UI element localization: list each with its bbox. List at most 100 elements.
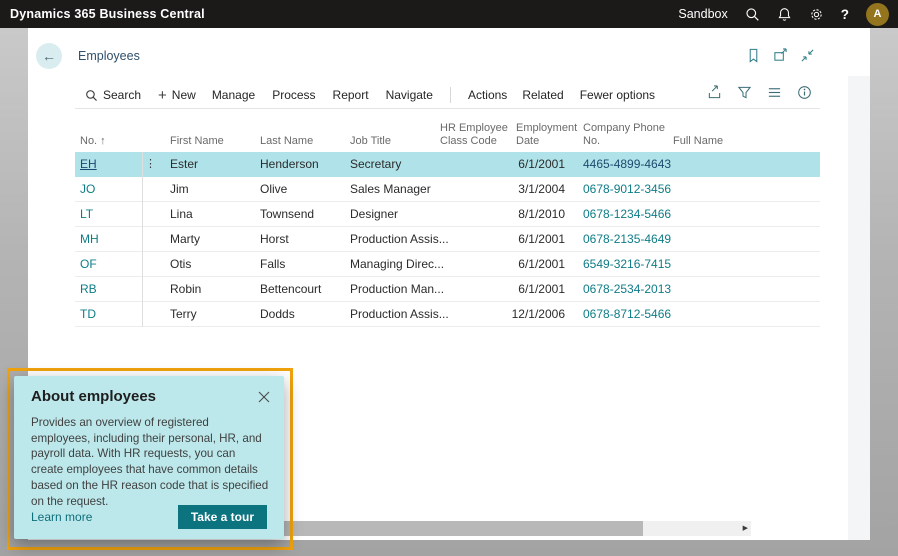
fewer-options-button[interactable]: Fewer options — [580, 88, 655, 102]
top-navigation-bar: Dynamics 365 Business Central Sandbox ? … — [0, 0, 898, 28]
cell-first_name: Otis — [170, 252, 255, 277]
table-body: EHEsterHendersonSecretary6/1/20014465-48… — [75, 152, 820, 327]
cell-last_name: Olive — [260, 177, 345, 202]
column-header-employment_date[interactable]: Employment Date — [516, 122, 582, 147]
notifications-bell-icon[interactable] — [777, 7, 792, 22]
action-bar-separator — [450, 87, 451, 103]
cell-no[interactable]: RB — [80, 277, 140, 302]
report-menu[interactable]: Report — [333, 88, 369, 102]
cell-first_name: Ester — [170, 152, 255, 177]
column-header-label: Job Title — [350, 135, 391, 147]
action-label: Process — [272, 88, 315, 102]
cell-last_name: Falls — [260, 252, 345, 277]
plus-icon: + — [158, 89, 167, 102]
cell-full_name — [673, 302, 753, 327]
column-header-label: No. — [80, 135, 97, 147]
take-a-tour-button[interactable]: Take a tour — [178, 505, 267, 529]
cell-employment_date: 3/1/2004 — [480, 177, 565, 202]
teaching-tip-body: Provides an overview of registered emplo… — [31, 415, 269, 509]
navigate-menu[interactable]: Navigate — [386, 88, 433, 102]
table-header-row: No. ↑ First Name Last Name Job Title HR Empl… — [28, 116, 870, 150]
action-label: Actions — [468, 88, 507, 102]
cell-first_name: Lina — [170, 202, 255, 227]
back-arrow-icon: ← — [42, 48, 56, 64]
view-list-icon[interactable] — [767, 85, 782, 100]
cell-full_name — [673, 252, 753, 277]
table-row[interactable]: OFOtisFallsManaging Direc...6/1/20016549… — [75, 252, 820, 277]
teaching-tip-title: About employees — [31, 388, 267, 405]
cell-no[interactable]: LT — [80, 202, 140, 227]
column-header-label: First Name — [170, 135, 224, 147]
settings-gear-icon[interactable] — [809, 7, 824, 22]
cell-first_name: Jim — [170, 177, 255, 202]
table-row[interactable]: MHMartyHorstProduction Assis...6/1/20010… — [75, 227, 820, 252]
app-title[interactable]: Dynamics 365 Business Central — [10, 7, 205, 21]
column-header-label: Company Phone No. — [583, 122, 665, 147]
column-header-job_title[interactable]: Job Title — [350, 135, 435, 148]
cell-no[interactable]: EH — [80, 152, 140, 177]
column-header-phone[interactable]: Company Phone No. — [583, 122, 671, 147]
info-icon[interactable] — [797, 85, 812, 100]
environment-badge[interactable]: Sandbox — [678, 7, 727, 21]
filter-icon[interactable] — [737, 85, 752, 100]
cell-full_name — [673, 177, 753, 202]
column-header-hr_class[interactable]: HR Employee Class Code — [440, 122, 514, 147]
column-header-first_name[interactable]: First Name — [170, 135, 255, 148]
table-row[interactable]: LTLinaTownsendDesigner8/1/20100678-1234-… — [75, 202, 820, 227]
cell-last_name: Bettencourt — [260, 277, 345, 302]
search-action[interactable]: Search — [85, 88, 141, 102]
action-bar-divider — [75, 108, 820, 109]
cell-no[interactable]: OF — [80, 252, 140, 277]
column-header-last_name[interactable]: Last Name — [260, 135, 345, 148]
process-menu[interactable]: Process — [272, 88, 315, 102]
action-label: Navigate — [386, 88, 433, 102]
table-row[interactable]: RBRobinBettencourtProduction Man...6/1/2… — [75, 277, 820, 302]
column-header-full_name[interactable]: Full Name — [673, 135, 753, 148]
action-label: Fewer options — [580, 88, 655, 102]
column-header-label: Employment Date — [516, 122, 577, 147]
user-avatar[interactable]: A — [866, 3, 889, 26]
action-label: Related — [522, 88, 563, 102]
cell-first_name: Robin — [170, 277, 255, 302]
cell-last_name: Henderson — [260, 152, 345, 177]
share-icon[interactable] — [707, 85, 722, 100]
back-button[interactable]: ← — [36, 43, 62, 69]
magnifier-icon — [85, 89, 98, 102]
manage-menu[interactable]: Manage — [212, 88, 255, 102]
cell-full_name — [673, 152, 753, 177]
cell-full_name — [673, 227, 753, 252]
table-row[interactable]: EHEsterHendersonSecretary6/1/20014465-48… — [75, 152, 820, 177]
page-header-icons — [746, 48, 815, 63]
column-header-no[interactable]: No. ↑ — [80, 135, 160, 148]
scrollbar-right-arrow-icon[interactable]: ▶ — [743, 521, 748, 536]
table-row[interactable]: JOJimOliveSales Manager3/1/20040678-9012… — [75, 177, 820, 202]
action-bar-right-icons — [707, 85, 812, 100]
cell-employment_date: 6/1/2001 — [480, 277, 565, 302]
action-label: New — [172, 88, 196, 102]
help-icon[interactable]: ? — [841, 7, 849, 22]
cell-last_name: Townsend — [260, 202, 345, 227]
topbar-actions: Sandbox ? A — [678, 0, 889, 28]
sort-ascending-icon: ↑ — [97, 135, 106, 147]
cell-employment_date: 12/1/2006 — [480, 302, 565, 327]
table-row[interactable]: TDTerryDoddsProduction Assis...12/1/2006… — [75, 302, 820, 327]
actions-menu[interactable]: Actions — [468, 88, 507, 102]
new-action[interactable]: + New — [158, 88, 196, 102]
row-options-icon[interactable]: ⋮ — [145, 152, 156, 177]
column-header-label: HR Employee Class Code — [440, 122, 508, 147]
minimize-fit-icon[interactable] — [800, 48, 815, 63]
cell-no[interactable]: JO — [80, 177, 140, 202]
learn-more-link[interactable]: Learn more — [31, 510, 92, 524]
cell-employment_date: 6/1/2001 — [480, 227, 565, 252]
teaching-tip: About employees Provides an overview of … — [14, 376, 284, 539]
close-icon[interactable] — [258, 391, 270, 403]
cell-first_name: Terry — [170, 302, 255, 327]
cell-no[interactable]: MH — [80, 227, 140, 252]
cell-full_name — [673, 202, 753, 227]
open-in-new-window-icon[interactable] — [773, 48, 788, 63]
related-menu[interactable]: Related — [522, 88, 563, 102]
cell-no[interactable]: TD — [80, 302, 140, 327]
search-icon[interactable] — [745, 7, 760, 22]
action-label: Search — [103, 88, 141, 102]
bookmark-icon[interactable] — [746, 48, 761, 63]
